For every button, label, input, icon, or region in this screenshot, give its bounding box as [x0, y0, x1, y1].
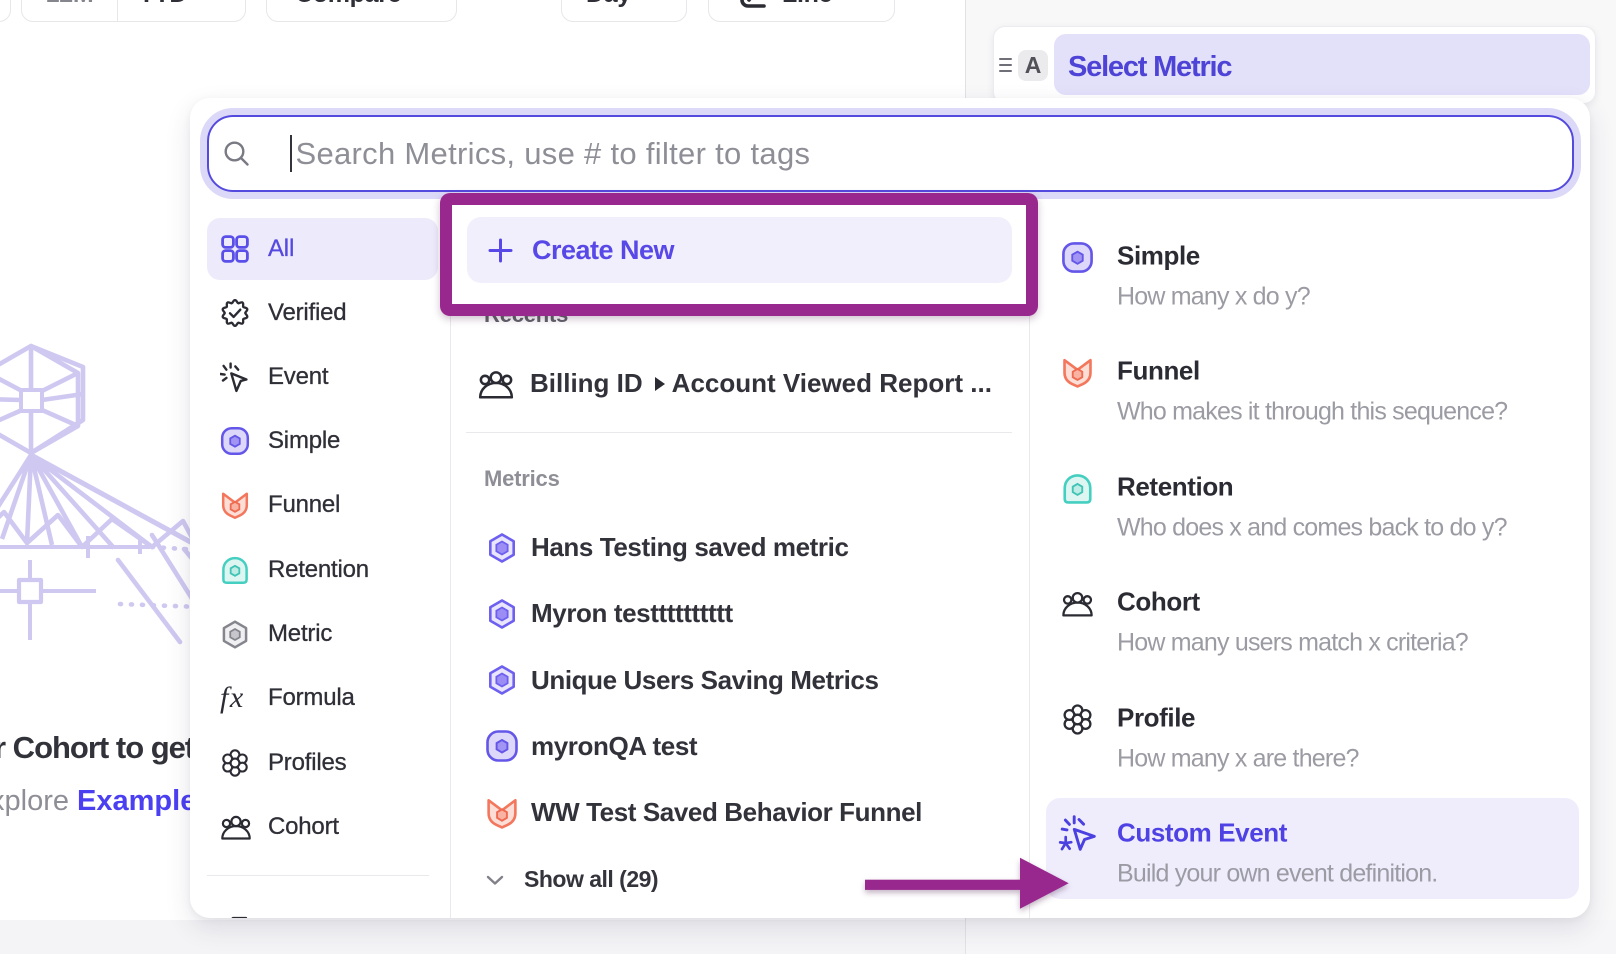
svg-text:fx: fx [220, 682, 245, 714]
